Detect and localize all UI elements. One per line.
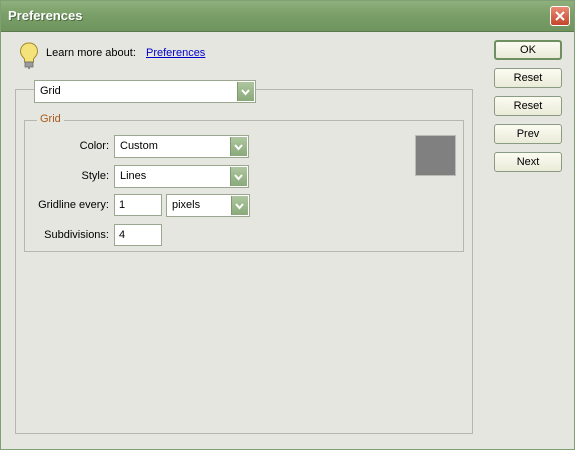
grid-color-swatch[interactable]	[415, 135, 456, 176]
subdivisions-value: 4	[119, 229, 126, 241]
preferences-help-link[interactable]: Preferences	[146, 47, 205, 59]
chevron-down-icon[interactable]	[237, 82, 254, 101]
reset-button-secondary[interactable]: Reset	[494, 96, 562, 116]
chevron-down-icon[interactable]	[230, 167, 247, 186]
style-select-value: Lines	[120, 170, 147, 182]
subdivisions-label: Subdivisions:	[44, 229, 109, 241]
gridline-unit-value: pixels	[172, 199, 201, 211]
title-bar[interactable]: Preferences	[1, 1, 574, 32]
style-label: Style:	[81, 170, 109, 182]
learn-more-label: Learn more about:	[46, 47, 136, 59]
ok-button[interactable]: OK	[494, 40, 562, 60]
chevron-down-icon[interactable]	[231, 196, 248, 215]
color-select[interactable]: Custom	[114, 135, 249, 158]
prev-button[interactable]: Prev	[494, 124, 562, 144]
gridline-every-label: Gridline every:	[38, 199, 109, 211]
gridline-every-input[interactable]: 1	[114, 194, 162, 216]
subdivisions-input[interactable]: 4	[114, 224, 162, 246]
grid-group-legend: Grid	[37, 113, 64, 125]
close-icon	[555, 11, 565, 21]
gridline-every-value: 1	[119, 199, 126, 211]
reset-button[interactable]: Reset	[494, 68, 562, 88]
style-select[interactable]: Lines	[114, 165, 249, 188]
window-title: Preferences	[8, 8, 83, 23]
gridline-unit-select[interactable]: pixels	[166, 194, 250, 217]
lightbulb-icon	[19, 42, 39, 69]
color-select-value: Custom	[120, 140, 158, 152]
color-label: Color:	[79, 140, 109, 152]
next-button[interactable]: Next	[494, 152, 562, 172]
section-select-value: Grid	[40, 85, 61, 97]
chevron-down-icon[interactable]	[230, 137, 247, 156]
section-select[interactable]: Grid	[34, 80, 256, 103]
preferences-dialog: Preferences Learn more about: Preference…	[0, 0, 575, 450]
close-button[interactable]	[550, 6, 570, 26]
